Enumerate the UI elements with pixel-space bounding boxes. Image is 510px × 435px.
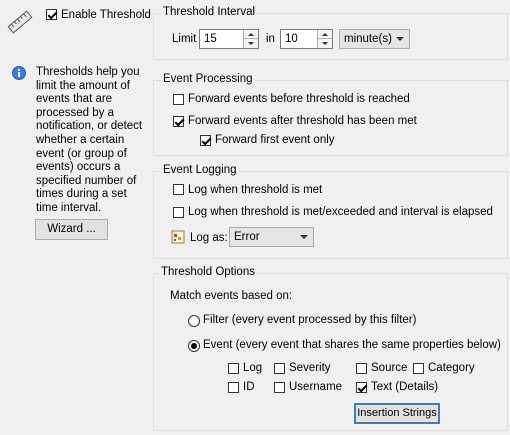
prop-username-checkbox[interactable] [274,382,285,393]
prop-log-checkbox[interactable] [228,363,239,374]
chevron-down-icon [300,235,308,239]
info-text-line: events that are [36,93,113,106]
forward-before-checkbox[interactable] [173,94,184,105]
enable-threshold-checkbox[interactable] [46,9,57,20]
in-label: in [266,33,275,45]
prop-severity-label: Severity [289,362,331,374]
forward-first-only-checkbox[interactable] [200,135,211,146]
threshold-options-title: Threshold Options [159,266,257,278]
interval-unit-select[interactable]: minute(s) [339,29,410,49]
limit-spin-down[interactable] [244,39,258,48]
match-events-label: Match events based on: [170,290,293,302]
prop-text-label: Text (Details) [371,381,439,393]
threshold-ruler-icon [6,8,34,36]
forward-before-label: Forward events before threshold is reach… [188,93,410,105]
prop-text-checkbox[interactable] [356,382,367,393]
limit-spinner[interactable]: 15 [199,29,259,49]
prop-source-label: Source [371,362,408,374]
log-exceeded-checkbox[interactable] [173,207,184,218]
log-exceeded-label: Log when threshold is met/exceeded and i… [188,206,493,218]
log-as-label: Log as: [190,232,228,244]
prop-id-checkbox[interactable] [228,382,239,393]
interval-spinner[interactable]: 10 [280,29,333,49]
info-text-line: specified number of [36,174,137,187]
chevron-down-icon [396,37,404,41]
interval-spin-down[interactable] [318,39,332,48]
limit-spin-up[interactable] [244,30,258,39]
limit-label: Limit [172,33,197,45]
event-radio-label: Event (every event that shares the same … [203,339,501,351]
log-met-checkbox[interactable] [173,184,184,195]
threshold-interval-title: Threshold Interval [161,6,258,18]
info-text-line: processed by a [36,106,114,119]
info-icon [12,66,26,80]
info-text-line: Thresholds help you [36,66,140,78]
interval-unit-value: minute(s) [344,33,392,45]
prop-id-label: ID [243,381,255,393]
event-processing-title: Event Processing [161,73,255,85]
info-text-line: notification, or detect [36,120,143,133]
log-severity-icon [171,230,185,244]
threshold-info-text: Thresholds help you limit the amount of … [36,66,161,216]
prop-category-checkbox[interactable] [413,363,424,374]
info-text-line: event (or group of [36,147,127,160]
event-radio[interactable] [188,340,200,352]
forward-first-only-label: Forward first event only [215,134,335,146]
interval-spin-up[interactable] [318,30,332,39]
info-text-line: times during a set [36,188,127,201]
wizard-button[interactable]: Wizard ... [35,219,108,240]
info-text-line: limit the amount of [36,79,130,92]
prop-severity-checkbox[interactable] [274,363,285,374]
filter-radio[interactable] [188,315,200,327]
prop-category-label: Category [428,362,475,374]
limit-value: 15 [204,33,217,45]
prop-source-checkbox[interactable] [356,363,367,374]
prop-username-label: Username [289,381,343,393]
info-text-line: time interval. [36,201,102,214]
prop-log-label: Log [243,362,263,374]
log-met-label: Log when threshold is met [188,184,323,196]
log-as-select[interactable]: Error [229,227,314,247]
forward-after-label: Forward events after threshold has been … [188,115,417,127]
forward-after-checkbox[interactable] [173,116,184,127]
filter-radio-label: Filter (every event processed by this fi… [203,314,417,326]
enable-threshold-label: Enable Threshold [61,9,151,21]
log-as-value: Error [234,231,260,243]
event-logging-title: Event Logging [161,164,239,176]
interval-value: 10 [285,33,298,45]
info-text-line: whether a certain [36,133,125,146]
info-text-line: events) occurs a [36,161,121,174]
insertion-strings-button[interactable]: Insertion Strings [354,403,440,424]
